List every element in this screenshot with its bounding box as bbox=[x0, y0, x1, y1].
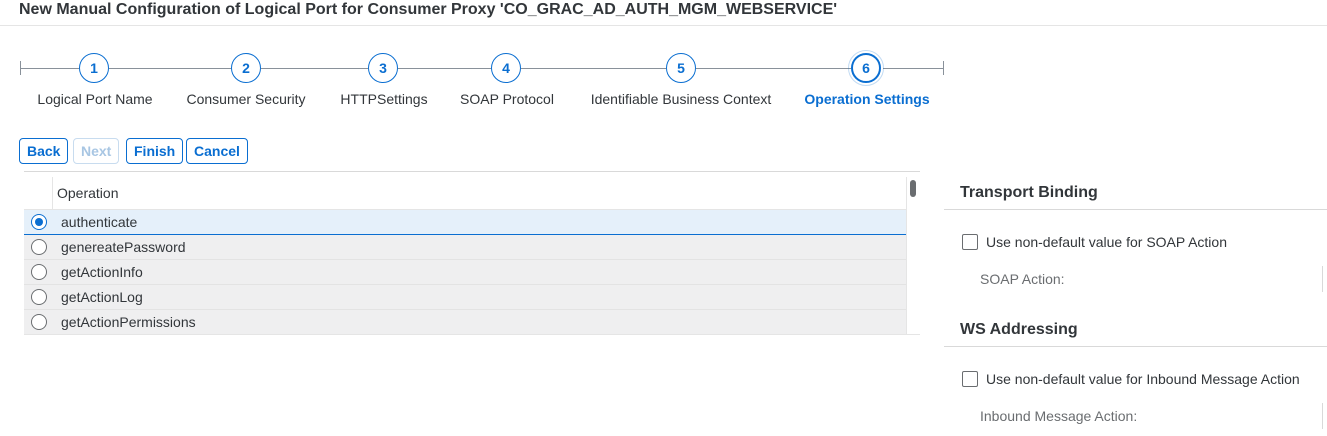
finish-button[interactable]: Finish bbox=[126, 138, 184, 164]
wizard-step-2[interactable]: 2 bbox=[231, 53, 261, 83]
row-radio-button[interactable] bbox=[31, 314, 47, 330]
wizard-line bbox=[883, 68, 944, 69]
operation-name: getActionLog bbox=[61, 289, 143, 305]
operation-name: getActionPermissions bbox=[61, 314, 196, 330]
wizard-step-3[interactable]: 3 bbox=[368, 53, 398, 83]
inbound-message-action-input[interactable] bbox=[1322, 403, 1327, 429]
table-row[interactable]: genereatePassword bbox=[24, 235, 906, 260]
page-title: New Manual Configuration of Logical Port… bbox=[19, 1, 838, 18]
operation-name: getActionInfo bbox=[61, 264, 143, 280]
operation-name: genereatePassword bbox=[61, 239, 186, 255]
wizard-step-label[interactable]: Identifiable Business Context bbox=[591, 91, 772, 107]
soap-action-checkbox[interactable] bbox=[962, 234, 978, 250]
wizard-line bbox=[398, 68, 491, 69]
wizard-step-1[interactable]: 1 bbox=[79, 53, 109, 83]
wizard-step-label[interactable]: Consumer Security bbox=[186, 91, 305, 107]
title-divider bbox=[0, 25, 1327, 26]
column-header-operation[interactable]: Operation bbox=[57, 185, 118, 201]
table-row[interactable]: getActionPermissions bbox=[24, 310, 906, 335]
section-divider bbox=[944, 346, 1327, 347]
soap-action-input[interactable] bbox=[1322, 266, 1327, 292]
wizard-step-label[interactable]: HTTPSettings bbox=[340, 91, 427, 107]
wizard-step-label[interactable]: Logical Port Name bbox=[37, 91, 152, 107]
inbound-message-action-label: Inbound Message Action: bbox=[980, 408, 1138, 424]
table-scrollbar[interactable] bbox=[906, 177, 921, 335]
wizard-end-cap bbox=[943, 61, 944, 75]
table-row[interactable]: getActionInfo bbox=[24, 260, 906, 285]
ws-addressing-title: WS Addressing bbox=[960, 321, 1078, 338]
transport-binding-title: Transport Binding bbox=[960, 184, 1098, 201]
soap-action-checkbox-label[interactable]: Use non-default value for SOAP Action bbox=[986, 234, 1227, 250]
cancel-button[interactable]: Cancel bbox=[186, 138, 248, 164]
inbound-message-action-checkbox[interactable] bbox=[962, 371, 978, 387]
wizard-line bbox=[261, 68, 368, 69]
operations-table: Operation authenticate genereatePassword… bbox=[24, 177, 906, 335]
inbound-message-action-checkbox-label[interactable]: Use non-default value for Inbound Messag… bbox=[986, 371, 1300, 387]
row-radio-button[interactable] bbox=[31, 289, 47, 305]
back-button[interactable]: Back bbox=[19, 138, 69, 164]
row-radio-button[interactable] bbox=[31, 214, 47, 230]
table-row[interactable]: authenticate bbox=[24, 210, 906, 235]
selection-column-header bbox=[24, 177, 53, 209]
table-header: Operation bbox=[24, 177, 906, 210]
wizard-line bbox=[20, 68, 79, 69]
row-radio-button[interactable] bbox=[31, 239, 47, 255]
toolbar-divider bbox=[24, 171, 920, 172]
soap-action-label: SOAP Action: bbox=[980, 271, 1065, 287]
wizard-line bbox=[521, 68, 666, 69]
scrollbar-thumb[interactable] bbox=[910, 180, 916, 197]
table-row[interactable]: getActionLog bbox=[24, 285, 906, 310]
wizard-line bbox=[109, 68, 231, 69]
operation-name: authenticate bbox=[61, 214, 138, 230]
wizard-step-label[interactable]: SOAP Protocol bbox=[460, 91, 554, 107]
row-radio-button[interactable] bbox=[31, 264, 47, 280]
wizard-line bbox=[696, 68, 851, 69]
wizard-step-4[interactable]: 4 bbox=[491, 53, 521, 83]
wizard-step-label-active[interactable]: Operation Settings bbox=[804, 91, 929, 107]
wizard-step-6[interactable]: 6 bbox=[848, 50, 884, 86]
section-divider bbox=[944, 209, 1327, 210]
next-button[interactable]: Next bbox=[73, 138, 120, 164]
wizard-step-5[interactable]: 5 bbox=[666, 53, 696, 83]
table-bottom-border bbox=[24, 334, 920, 335]
